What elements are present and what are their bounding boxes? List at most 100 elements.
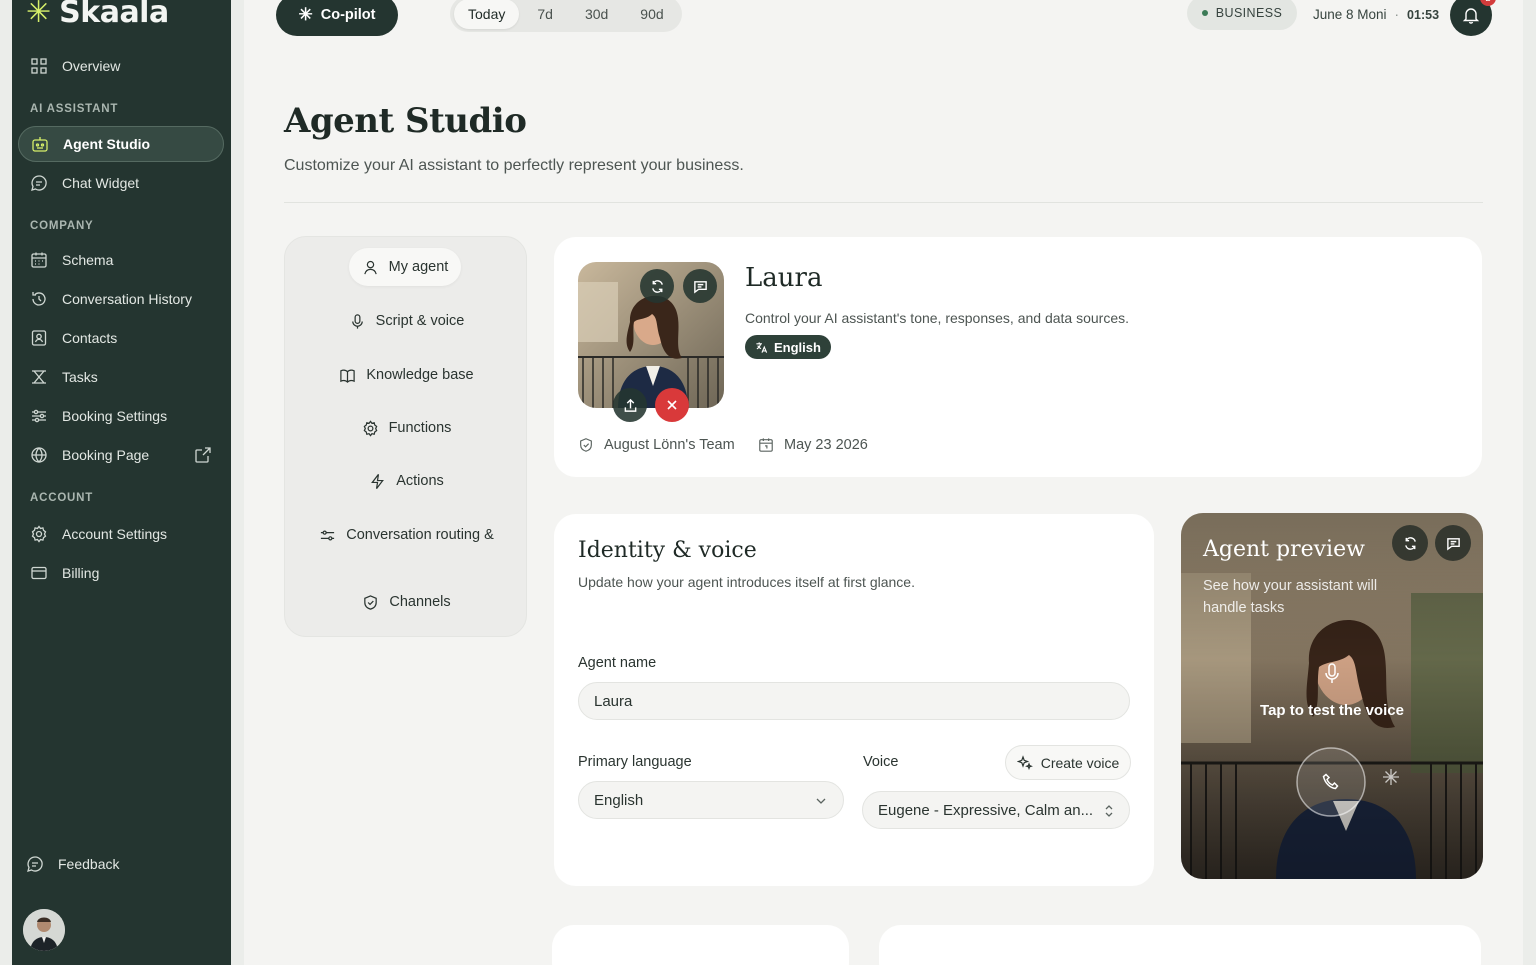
sidebar-item-label: Schema (62, 252, 114, 268)
sparkle-icon: ✳ (298, 5, 313, 24)
voice-select[interactable]: Eugene - Expressive, Calm an... (862, 791, 1130, 829)
language-badge[interactable]: English (745, 335, 831, 359)
sidebar-item-feedback[interactable]: Feedback (14, 846, 220, 882)
upload-icon (624, 398, 636, 412)
plan-badge[interactable]: BUSINESS (1187, 0, 1297, 30)
remove-photo-button[interactable] (655, 388, 689, 422)
refresh-icon (1404, 536, 1416, 550)
create-voice-button[interactable]: Create voice (1005, 745, 1131, 780)
subnav-script-voice[interactable]: Script & voice (285, 302, 528, 340)
preview-title: Agent preview (1203, 537, 1365, 562)
preview-chat-button[interactable] (1435, 525, 1471, 561)
message-icon (1446, 537, 1460, 551)
sidebar-item-billing[interactable]: Billing (18, 555, 224, 591)
voice-value: Eugene - Expressive, Calm an... (878, 801, 1094, 819)
user-icon (363, 260, 377, 274)
chat-bubble-icon (31, 175, 47, 191)
language-select[interactable]: English (578, 781, 844, 819)
contact-card-icon (31, 330, 47, 346)
sidebar-item-label: Chat Widget (62, 175, 140, 191)
date-range-selector: Today 7d 30d 90d (450, 0, 682, 32)
sidebar-item-label: Conversation History (62, 291, 192, 307)
created-date: May 23 2026 (784, 437, 868, 453)
divider (284, 202, 1483, 203)
agent-name-value: Laura (594, 692, 633, 710)
gear-icon (31, 525, 47, 543)
sliders-icon (32, 409, 46, 423)
external-link-icon[interactable] (194, 446, 212, 464)
bell-icon (1462, 8, 1480, 24)
sidebar-item-conversation-history[interactable]: Conversation History (18, 281, 224, 317)
sidebar-item-agent-studio[interactable]: Agent Studio (18, 126, 224, 162)
sidebar-item-label: Account Settings (62, 526, 168, 542)
regenerate-photo-button[interactable] (640, 269, 674, 303)
sidebar-item-label: Booking Page (62, 447, 150, 463)
agent-description: Control your AI assistant's tone, respon… (745, 310, 1129, 326)
subnav-label: My agent (388, 259, 449, 275)
sidebar-item-booking-settings[interactable]: Booking Settings (18, 398, 224, 434)
date-text: June 8 Moni (1313, 7, 1387, 22)
language-label: Primary language (578, 754, 692, 770)
range-90d[interactable]: 90d (626, 0, 677, 29)
sidebar-item-label: Billing (62, 565, 100, 581)
sidebar-item-overview[interactable]: Overview (18, 48, 224, 84)
section-label-account: ACCOUNT (30, 492, 94, 504)
sidebar-item-label: Feedback (58, 856, 120, 872)
message-icon (693, 280, 707, 294)
history-icon (32, 292, 46, 306)
subnav-label: Script & voice (375, 313, 465, 329)
subnav-functions[interactable]: Functions (285, 409, 528, 447)
range-30d[interactable]: 30d (571, 0, 622, 29)
photo-chat-button[interactable] (683, 269, 717, 303)
phone-icon (1322, 773, 1339, 790)
logo[interactable]: ✳ Skaala (26, 0, 169, 30)
subnav-label: Knowledge base (366, 367, 474, 383)
subnav-conversation-routing[interactable]: Conversation routing & (285, 516, 528, 554)
calendar-icon (31, 252, 47, 268)
agent-name-input[interactable]: Laura (578, 682, 1130, 720)
sidebar-item-label: Agent Studio (63, 136, 151, 152)
feedback-icon (27, 856, 43, 872)
section-label-company: COMPANY (30, 220, 94, 232)
sidebar-item-label: Overview (62, 58, 121, 74)
page-title: Agent Studio (284, 101, 527, 141)
range-today[interactable]: Today (454, 0, 520, 29)
agent-preview-card[interactable]: Agent preview See how your assistant wil… (1181, 513, 1483, 879)
date-meta: May 23 2026 (758, 437, 868, 453)
shield-check-icon (580, 438, 592, 452)
avatar[interactable] (23, 909, 65, 951)
sidebar-item-booking-page[interactable]: Booking Page (18, 437, 224, 473)
voice-label: Voice (863, 754, 899, 770)
translate-icon (756, 341, 768, 353)
subnav-knowledge-base[interactable]: Knowledge base (285, 356, 528, 394)
preview-refresh-button[interactable] (1392, 525, 1428, 561)
sidebar-item-tasks[interactable]: Tasks (18, 359, 224, 395)
plan-label: BUSINESS (1215, 6, 1283, 20)
subnav-label: Channels (389, 594, 451, 610)
chevron-down-icon (816, 798, 826, 804)
identity-voice-card: Identity & voice Update how your agent i… (554, 514, 1154, 886)
call-button[interactable] (1299, 750, 1363, 814)
sidebar: ✳ Skaala Overview AI ASSISTANT Agent Stu… (12, 0, 231, 965)
subnav-actions[interactable]: Actions (285, 462, 528, 500)
agent-profile-card: Laura Control your AI assistant's tone, … (554, 237, 1482, 477)
range-7d[interactable]: 7d (523, 0, 567, 29)
refresh-icon (651, 279, 663, 293)
subnav-channels[interactable]: Channels (285, 583, 528, 621)
bottom-card-left (552, 925, 849, 965)
section-label-ai: AI ASSISTANT (30, 103, 119, 115)
sparkle-logo-icon: ✳ (26, 0, 52, 29)
datetime: June 8 Moni · 01:53 (1313, 7, 1439, 23)
shield-icon (364, 594, 378, 610)
test-voice-label: Tap to test the voice (1260, 702, 1404, 719)
sparkle-icon (1383, 769, 1399, 785)
copilot-button[interactable]: ✳ Co-pilot (276, 0, 398, 36)
time-text: 01:53 (1407, 8, 1440, 22)
subnav-my-agent[interactable]: My agent (349, 248, 461, 286)
sidebar-item-contacts[interactable]: Contacts (18, 320, 224, 356)
sidebar-item-account-settings[interactable]: Account Settings (18, 516, 224, 552)
sidebar-item-chat-widget[interactable]: Chat Widget (18, 165, 224, 201)
sidebar-item-schema[interactable]: Schema (18, 242, 224, 278)
wallet-icon (31, 566, 47, 580)
upload-photo-button[interactable] (613, 388, 647, 422)
